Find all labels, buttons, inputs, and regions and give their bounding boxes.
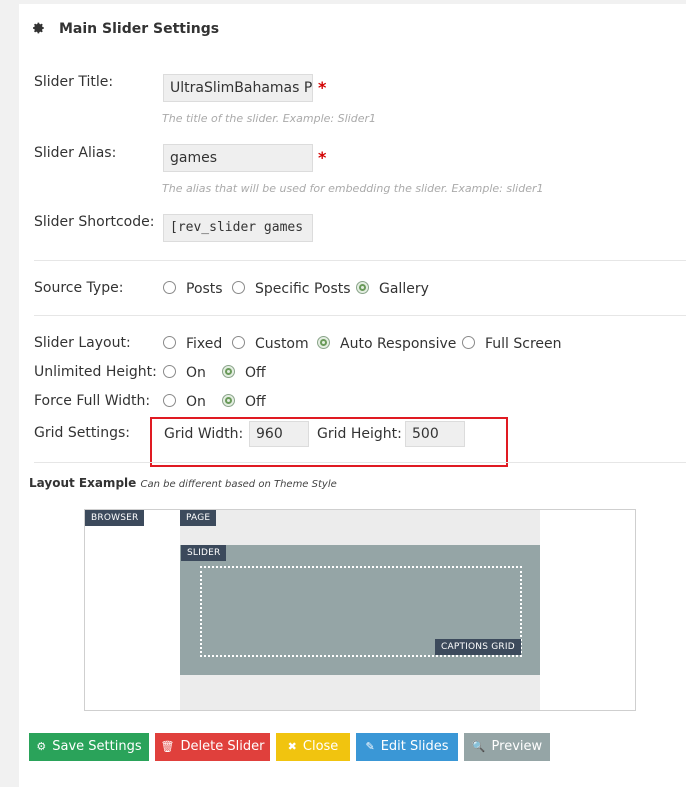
grid-height-input[interactable]: 500 [405,421,465,447]
slider-title-label: Slider Title: [34,74,114,90]
gear-icon [33,22,44,34]
pencil-icon: ✎ [365,740,375,753]
radio-gallery[interactable] [356,281,369,294]
radio-force-full-width-off[interactable] [222,394,235,407]
edit-slides-button[interactable]: ✎ Edit Slides [356,733,458,761]
captions-grid-tag: CAPTIONS GRID [435,639,521,655]
close-icon: ✖ [287,740,297,753]
close-button[interactable]: ✖ Close [276,733,350,761]
close-label: Close [302,739,339,754]
divider [34,260,686,261]
radio-posts-label: Posts [186,281,223,297]
radio-custom[interactable] [232,336,245,349]
layout-example-diagram: BROWSER PAGE SLIDER CAPTIONS GRID [84,509,636,711]
slider-shortcode-input[interactable]: [rev_slider games [163,214,313,242]
divider [34,462,686,463]
layout-example-note: Can be different based on Theme Style [140,479,337,490]
slider-shortcode-label: Slider Shortcode: [34,214,155,230]
save-settings-label: Save Settings [52,739,142,754]
main-slider-settings-panel: Main Slider Settings Slider Title: Ultra… [19,4,686,787]
radio-full-screen[interactable] [462,336,475,349]
slider-alias-label: Slider Alias: [34,145,117,161]
radio-posts[interactable] [163,281,176,294]
preview-button[interactable]: 🔍 Preview [464,733,550,761]
radio-gallery-label: Gallery [379,281,429,297]
slider-title-input[interactable]: UltraSlimBahamas Pr [163,74,313,102]
slider-tag: SLIDER [181,545,227,561]
force-full-width-label: Force Full Width: [34,393,151,409]
grid-width-label: Grid Width: [164,426,244,442]
radio-force-full-width-off-label: Off [245,394,266,410]
slider-alias-input[interactable]: games [163,144,313,172]
radio-fixed-label: Fixed [186,336,223,352]
unlimited-height-label: Unlimited Height: [34,364,157,380]
browser-tag: BROWSER [85,510,145,526]
slider-title-help: The title of the slider. Example: Slider… [162,112,376,125]
divider [34,315,686,316]
required-marker: * [318,148,327,167]
trash-icon: 🗑 [160,740,175,753]
radio-full-screen-label: Full Screen [485,336,562,352]
gear-icon: ⚙ [36,740,47,753]
grid-settings-label: Grid Settings: [34,425,130,441]
required-marker: * [318,78,327,97]
search-icon: 🔍 [471,740,486,753]
save-settings-button[interactable]: ⚙ Save Settings [29,733,149,761]
grid-height-label: Grid Height: [317,426,402,442]
radio-auto-responsive[interactable] [317,336,330,349]
slider-layout-label: Slider Layout: [34,335,131,351]
radio-force-full-width-on[interactable] [163,394,176,407]
radio-unlimited-height-on[interactable] [163,365,176,378]
page-tag: PAGE [180,510,217,526]
radio-fixed[interactable] [163,336,176,349]
radio-auto-responsive-label: Auto Responsive [340,336,457,352]
radio-custom-label: Custom [255,336,309,352]
radio-unlimited-height-on-label: On [186,365,206,381]
slider-alias-help: The alias that will be used for embeddin… [162,182,544,195]
radio-specific-posts-label: Specific Posts [255,281,351,297]
radio-unlimited-height-off[interactable] [222,365,235,378]
radio-unlimited-height-off-label: Off [245,365,266,381]
grid-width-input[interactable]: 960 [249,421,309,447]
radio-force-full-width-on-label: On [186,394,206,410]
layout-example-title: Layout Example Can be different based on… [29,476,337,490]
preview-label: Preview [491,739,543,754]
delete-slider-button[interactable]: 🗑 Delete Slider [155,733,270,761]
source-type-label: Source Type: [34,280,124,296]
layout-example-heading: Layout Example [29,476,137,490]
edit-slides-label: Edit Slides [380,739,449,754]
page-title: Main Slider Settings [59,21,220,37]
radio-specific-posts[interactable] [232,281,245,294]
delete-slider-label: Delete Slider [180,739,265,754]
